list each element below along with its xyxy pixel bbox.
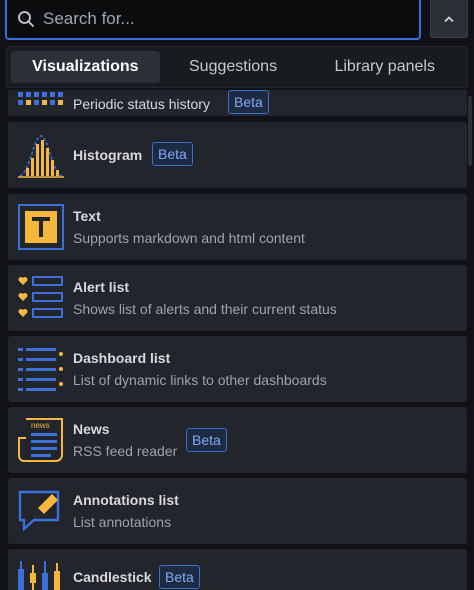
viz-title: Histogram (73, 147, 143, 163)
tab-bar: Visualizations Suggestions Library panel… (6, 46, 468, 88)
viz-card-candlestick[interactable]: Candlestick Beta (8, 549, 467, 590)
chevron-up-icon (444, 15, 454, 22)
annotations-list-icon (18, 490, 60, 532)
tab-suggestions[interactable]: Suggestions (164, 51, 303, 83)
viz-description: List annotations (73, 514, 172, 530)
search-input[interactable] (43, 9, 403, 29)
beta-badge: Beta (228, 90, 269, 114)
search-icon (18, 11, 34, 27)
viz-card-dashboard-list[interactable]: Dashboard list List of dynamic links to … (8, 336, 467, 402)
viz-card-annotations-list[interactable]: Annotations list List annotations (8, 478, 467, 544)
viz-description: Supports markdown and html content (73, 230, 305, 246)
viz-description: List of dynamic links to other dashboard… (73, 372, 327, 388)
beta-badge: Beta (159, 565, 200, 589)
dashboard-list-icon (18, 348, 63, 391)
search-box[interactable] (5, 0, 421, 40)
top-bar (0, 0, 474, 46)
viz-title: Dashboard list (73, 350, 171, 366)
viz-title: Text (73, 208, 101, 224)
viz-description: Shows list of alerts and their current s… (73, 301, 337, 317)
beta-badge: Beta (152, 142, 193, 166)
viz-description: RSS feed reader (73, 443, 178, 459)
viz-title: News (73, 421, 110, 437)
tab-visualizations[interactable]: Visualizations (11, 51, 160, 83)
candlestick-icon (18, 561, 60, 590)
beta-badge: Beta (186, 428, 227, 452)
news-icon: news (18, 418, 63, 462)
viz-title: Alert list (73, 279, 130, 295)
alert-list-icon (18, 276, 63, 318)
tab-library-panels[interactable]: Library panels (306, 51, 463, 83)
collapse-button[interactable] (430, 0, 468, 38)
viz-card-text[interactable]: Text Supports markdown and html content (8, 194, 467, 260)
viz-card-alert-list[interactable]: Alert list Shows list of alerts and thei… (8, 265, 467, 331)
scrollbar[interactable] (468, 96, 472, 166)
viz-card-status-history[interactable]: Periodic status history Beta (8, 90, 467, 116)
viz-title: Annotations list (73, 492, 179, 508)
viz-card-news[interactable]: news News RSS feed reader Beta (8, 407, 467, 473)
text-icon (18, 204, 64, 250)
visualization-list: Periodic status history Beta Histogram B… (0, 90, 474, 590)
viz-card-histogram[interactable]: Histogram Beta (8, 122, 467, 188)
viz-title: Periodic status history (73, 96, 210, 112)
histogram-icon (18, 135, 64, 178)
status-history-icon (18, 92, 63, 105)
viz-title: Candlestick (73, 569, 152, 585)
svg-text:news: news (31, 421, 50, 430)
